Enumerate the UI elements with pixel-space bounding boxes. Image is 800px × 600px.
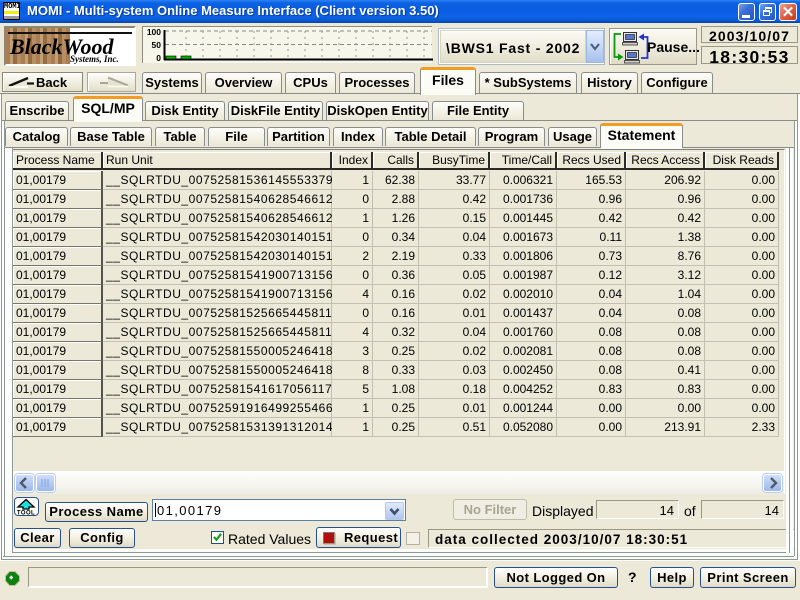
svg-text:0: 0 xyxy=(156,53,161,63)
svg-text:50: 50 xyxy=(152,40,162,50)
svg-text:TOOL: TOOL xyxy=(17,511,35,516)
svg-text:100: 100 xyxy=(147,27,161,37)
